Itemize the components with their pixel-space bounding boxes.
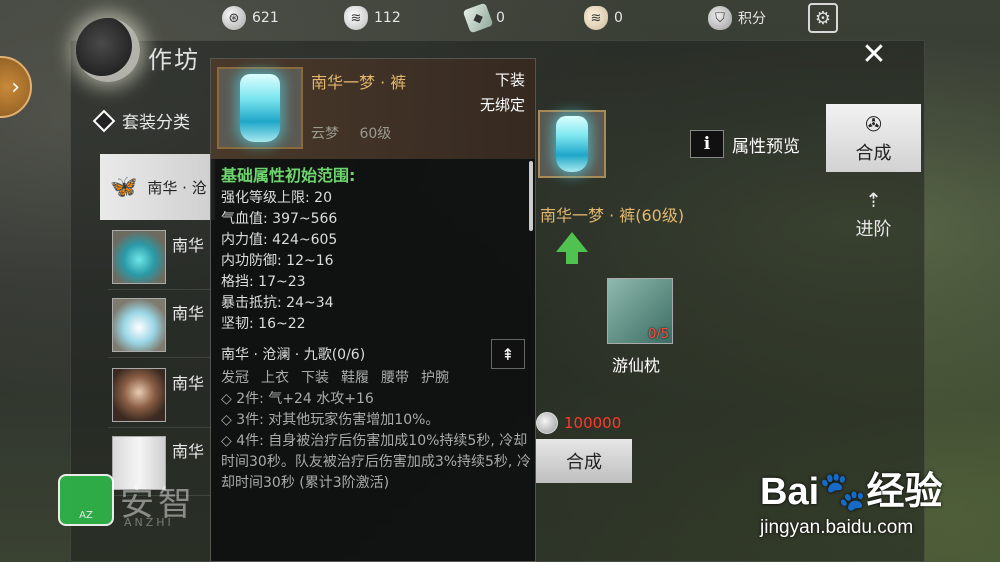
- craft-button[interactable]: 合成: [536, 439, 632, 483]
- set-bonus: ◇ 3件: 对其他玩家伤害增加10%。: [221, 412, 440, 428]
- resource-points[interactable]: ⛉ 积分: [708, 6, 766, 30]
- gold-pouch-icon: ≋: [584, 6, 608, 30]
- set-slot: 护腕: [421, 370, 449, 386]
- stat-line: 暴击抵抗: 24~34: [221, 295, 334, 311]
- stat-line: 内力值: 424~605: [221, 232, 338, 248]
- resource-gem-value: 0: [496, 10, 505, 26]
- item-tooltip: 南华一梦 · 裤 下装 无绑定 云梦 60级 基础属性初始范围: 强化等级上限:…: [210, 58, 536, 562]
- tooltip-source: 云梦: [311, 126, 339, 142]
- page-title: 作坊: [148, 46, 200, 74]
- resource-gem[interactable]: ◆ 0: [462, 2, 505, 34]
- list-item-label: 南华: [172, 374, 205, 393]
- item-thumbnail: [112, 368, 166, 422]
- advance-icon: ⇡: [865, 187, 882, 212]
- attribute-preview-label: 属性预览: [732, 136, 800, 157]
- resource-gold-pouch[interactable]: ≋ 0: [584, 6, 623, 30]
- craft-icon: ✇: [865, 111, 882, 136]
- resource-pouch[interactable]: ≋ 112: [344, 6, 401, 30]
- set-slot: 发冠: [221, 370, 249, 386]
- stat-line: 格挡: 17~23: [221, 274, 306, 290]
- shield-icon: ⛉: [708, 6, 732, 30]
- tab-advance-label: 进阶: [855, 218, 892, 240]
- anzhi-watermark: AZ 安智 ANZHI: [58, 474, 196, 529]
- suit-category-label: 套装分类: [122, 113, 190, 133]
- item-icon-frame: [217, 67, 303, 149]
- tab-advance[interactable]: ⇡ 进阶: [826, 180, 921, 248]
- baidu-watermark: Bai🐾经验 jingyan.baidu.com: [760, 460, 942, 539]
- stat-line: 坚韧: 16~22: [221, 316, 306, 332]
- tooltip-source-level: 云梦 60级: [311, 123, 407, 143]
- list-item[interactable]: 南华: [108, 364, 218, 428]
- attribute-preview-button[interactable]: i 属性预览: [690, 130, 800, 158]
- pants-icon: [240, 74, 280, 142]
- craft-cost: 100000: [536, 412, 621, 434]
- set-bonus: ◇ 4件: 自身被治疗后伤害加成10%持续5秒, 冷却时间30秒。队友被治疗后伤…: [221, 433, 531, 491]
- settings-button[interactable]: ⚙: [808, 3, 838, 33]
- close-icon: ✕: [861, 36, 887, 72]
- butterfly-icon: 🦋: [110, 174, 138, 200]
- diamond-icon: [92, 109, 116, 132]
- arrow-up-stem: [566, 250, 578, 264]
- tooltip-body: 基础属性初始范围: 强化等级上限: 20 气血值: 397~566 内力值: 4…: [221, 165, 531, 494]
- stat-line: 强化等级上限: 20: [221, 190, 332, 206]
- list-item-label: 南华: [172, 442, 205, 461]
- coin-icon: [536, 412, 558, 434]
- list-item-label: 南华: [172, 304, 205, 323]
- resource-coin[interactable]: ⊛ 621: [222, 6, 279, 30]
- set-slots: 发冠 上衣 下装 鞋履 腰带 护腕: [221, 368, 531, 389]
- resource-points-label: 积分: [738, 11, 766, 27]
- tab-craft-label: 合成: [855, 142, 892, 164]
- item-thumbnail: [112, 298, 166, 352]
- anzhi-subtext: ANZHI: [124, 516, 174, 529]
- material-slot[interactable]: 0/5: [607, 278, 673, 344]
- selected-suit-label: 南华 · 沧: [147, 178, 207, 197]
- set-slot: 上衣: [261, 370, 289, 386]
- set-title: 南华 · 沧澜 · 九歌(0/6): [221, 347, 366, 363]
- set-slot: 下装: [301, 370, 329, 386]
- tooltip-level: 60级: [359, 126, 392, 142]
- tab-craft[interactable]: ✇ 合成: [826, 104, 921, 172]
- target-item-name: 南华一梦 · 裤(60级): [540, 206, 685, 225]
- cost-value: 100000: [564, 414, 622, 432]
- set-slot: 腰带: [381, 370, 409, 386]
- set-bonus: ◇ 2件: 气+24 水攻+16: [221, 391, 374, 407]
- resource-gold-pouch-value: 0: [614, 10, 623, 26]
- expand-tooltip-button[interactable]: ⇞: [491, 339, 525, 369]
- close-button[interactable]: ✕: [846, 34, 902, 74]
- stat-line: 内功防御: 12~16: [221, 253, 334, 269]
- info-icon: i: [690, 130, 724, 158]
- material-name: 游仙枕: [612, 356, 661, 375]
- anzhi-logo-icon: AZ: [58, 474, 114, 526]
- target-item-slot[interactable]: [538, 110, 606, 178]
- chevron-right-icon: ›: [11, 74, 20, 100]
- list-item[interactable]: 南华: [108, 226, 218, 290]
- resource-pouch-value: 112: [374, 10, 401, 26]
- resource-bar: ⊛ 621 ≋ 112 ◆ 0 ≋ 0 ⛉ 积分: [0, 0, 1000, 36]
- gear-icon: ⚙: [814, 7, 832, 29]
- moon-emblem: [76, 18, 140, 82]
- tooltip-item-name: 南华一梦 · 裤: [311, 73, 407, 92]
- arrow-up-icon: ⇞: [501, 344, 515, 364]
- tooltip-bind: 无绑定: [479, 96, 525, 114]
- gem-icon: ◆: [462, 2, 494, 34]
- arrow-up-icon: [556, 232, 588, 252]
- list-item[interactable]: 南华: [108, 294, 218, 358]
- tooltip-slot: 下装: [494, 71, 525, 89]
- selected-suit-item[interactable]: 🦋 南华 · 沧: [100, 154, 215, 220]
- baidu-logo: Bai🐾经验: [760, 471, 943, 513]
- item-thumbnail: [112, 230, 166, 284]
- baidu-url: jingyan.baidu.com: [760, 517, 914, 538]
- base-stats-header: 基础属性初始范围:: [221, 166, 356, 185]
- material-count: 0/5: [648, 327, 669, 342]
- list-item-label: 南华: [172, 236, 205, 255]
- pouch-icon: ≋: [344, 6, 368, 30]
- resource-coin-value: 621: [252, 10, 279, 26]
- pants-icon: [556, 116, 588, 172]
- stat-line: 气血值: 397~566: [221, 211, 338, 227]
- tooltip-header: 南华一梦 · 裤 下装 无绑定 云梦 60级: [211, 59, 535, 159]
- suit-category-filter[interactable]: 套装分类: [92, 108, 190, 133]
- set-slot: 鞋履: [341, 370, 369, 386]
- coin-icon: ⊛: [222, 6, 246, 30]
